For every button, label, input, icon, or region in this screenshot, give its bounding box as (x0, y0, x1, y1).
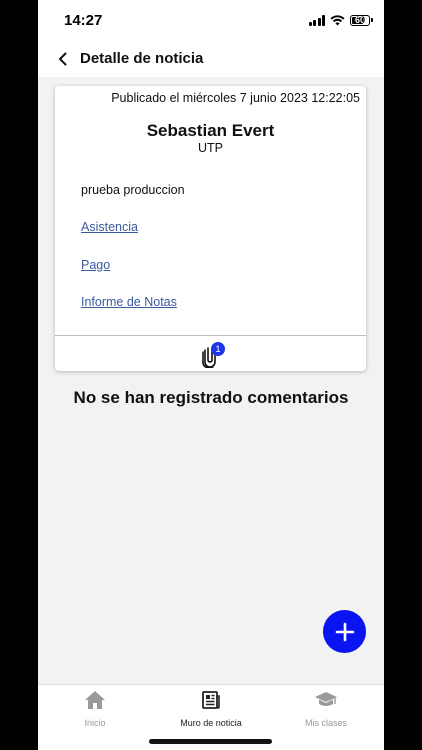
published-date: Publicado el miércoles 7 junio 2023 12:2… (111, 91, 360, 105)
back-button[interactable] (52, 48, 74, 70)
author-name: Sebastian Evert (146, 121, 275, 140)
phone-screen: 14:27 60 Detalle de noticia Publicado el… (38, 0, 384, 750)
add-comment-button[interactable] (323, 610, 366, 653)
link-pago[interactable]: Pago (81, 258, 110, 272)
app-header: Detalle de noticia (38, 40, 384, 77)
link-informe-de-notas[interactable]: Informe de Notas (81, 295, 177, 309)
nav-label-muro-de-noticia: Muro de noticia (180, 718, 242, 728)
nav-item-inicio[interactable]: Inicio (50, 689, 140, 728)
status-time: 14:27 (64, 12, 103, 29)
battery-level: 60 (354, 14, 365, 25)
home-icon (85, 691, 105, 709)
link-asistencia[interactable]: Asistencia (81, 220, 138, 234)
author-organization: UTP (198, 141, 223, 155)
home-indicator (149, 739, 272, 744)
wifi-icon (330, 14, 345, 25)
news-body: prueba produccion (81, 183, 185, 197)
status-bar: 14:27 60 (38, 0, 384, 40)
attachments-count-badge: 1 (211, 342, 225, 356)
status-icons: 60 (308, 12, 373, 28)
plus-icon (335, 622, 354, 641)
attachments-button[interactable]: 1 (197, 340, 227, 368)
no-comments-message: No se han registrado comentarios (73, 388, 349, 407)
nav-label-inicio: Inicio (84, 718, 106, 728)
nav-label-mis-clases: Mis clases (304, 718, 347, 728)
battery-icon: 60 (350, 14, 373, 26)
card-divider (55, 335, 366, 336)
signal-icon (308, 14, 325, 26)
graduation-cap-icon (315, 692, 337, 706)
nav-item-muro-de-noticia[interactable]: Muro de noticia (166, 689, 256, 728)
page-title: Detalle de noticia (80, 50, 204, 67)
nav-item-mis-clases[interactable]: Mis clases (281, 689, 371, 728)
chevron-left-icon (59, 52, 67, 65)
newspaper-icon (202, 691, 220, 709)
news-card: Publicado el miércoles 7 junio 2023 12:2… (55, 86, 366, 371)
